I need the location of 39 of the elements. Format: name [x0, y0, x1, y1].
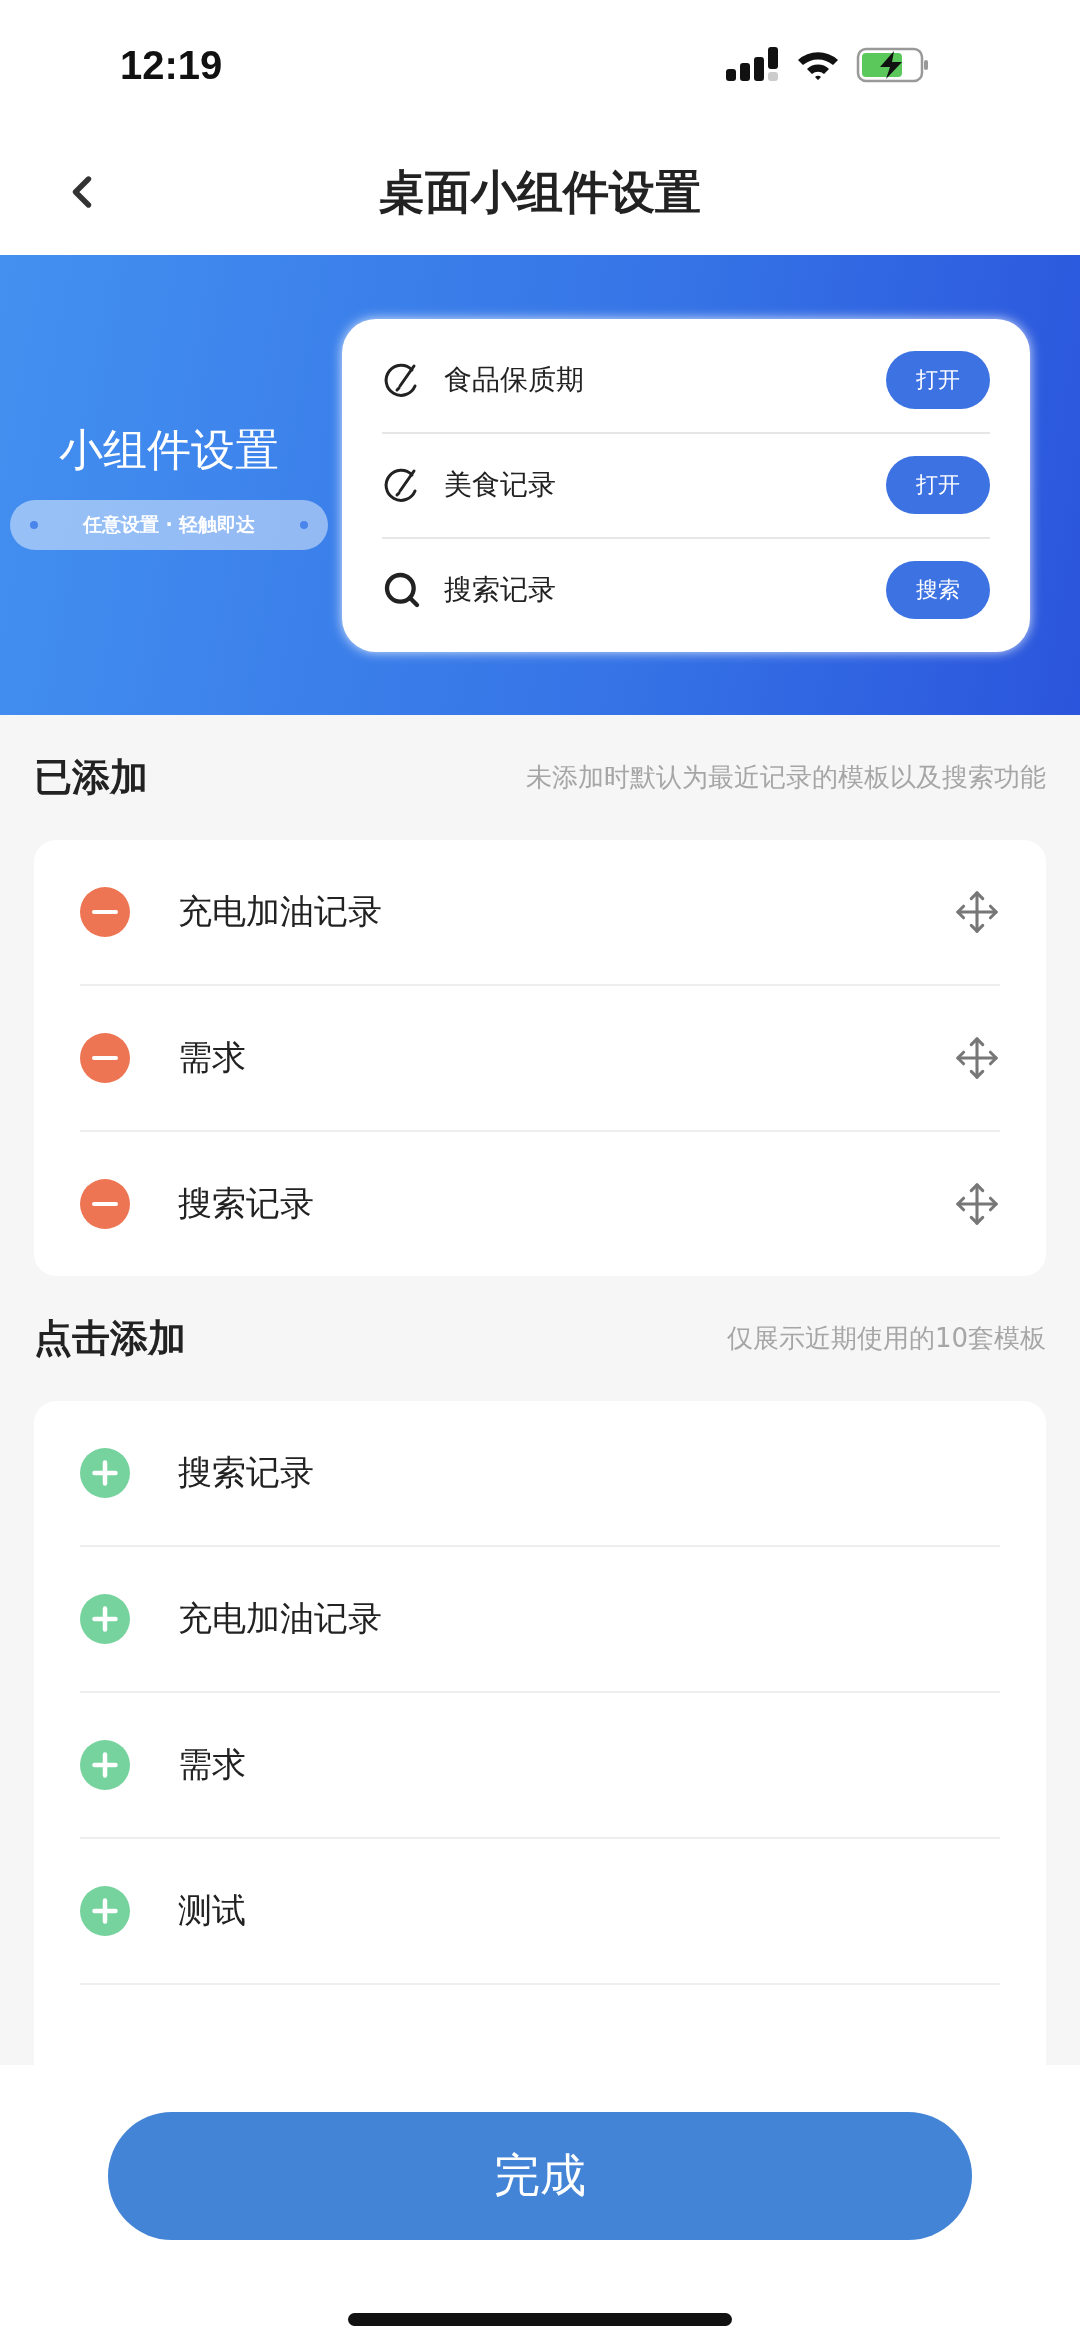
- item-label: 需求: [178, 1036, 247, 1079]
- widget-label: 搜索记录: [444, 572, 557, 608]
- status-time: 12:19: [120, 42, 223, 88]
- done-button[interactable]: 完成: [108, 2112, 972, 2240]
- banner-tagline: 任意设置 · 轻触即达: [10, 499, 328, 550]
- battery-charging-icon: [856, 47, 930, 83]
- section-hint: 未添加时默认为最近记录的模板以及搜索功能: [526, 761, 1046, 794]
- widget-button[interactable]: 打开: [886, 456, 990, 514]
- item-label: 充电加油记录: [178, 890, 383, 933]
- add-button[interactable]: [80, 1740, 130, 1790]
- minus-icon: [92, 1202, 118, 1206]
- widget-label: 食品保质期: [444, 362, 585, 398]
- add-button[interactable]: [80, 1886, 130, 1936]
- widget-button[interactable]: 打开: [886, 351, 990, 409]
- widget-button[interactable]: 搜索: [886, 561, 990, 619]
- item-label: 搜索记录: [178, 1182, 315, 1225]
- drag-handle-icon[interactable]: [954, 1035, 1000, 1081]
- minus-icon: [92, 910, 118, 914]
- signal-icon: [726, 47, 780, 83]
- drag-handle-icon[interactable]: [954, 889, 1000, 935]
- item-label: 测试: [178, 1889, 247, 1932]
- wifi-icon: [796, 49, 840, 81]
- add-button[interactable]: [80, 1594, 130, 1644]
- drag-handle-icon[interactable]: [954, 1181, 1000, 1227]
- item-label: 充电加油记录: [178, 1597, 383, 1640]
- section-title: 已添加: [34, 754, 148, 801]
- remove-button[interactable]: [80, 887, 130, 937]
- minus-icon: [92, 1056, 118, 1060]
- add-button[interactable]: [80, 1448, 130, 1498]
- search-icon: [382, 570, 422, 610]
- page-title: 桌面小组件设置: [379, 163, 701, 221]
- remove-button[interactable]: [80, 1033, 130, 1083]
- item-label: 需求: [178, 1743, 247, 1786]
- banner-title: 小组件设置: [59, 422, 279, 477]
- section-title: 点击添加: [34, 1315, 186, 1362]
- remove-button[interactable]: [80, 1179, 130, 1229]
- widget-label: 美食记录: [444, 467, 557, 503]
- item-label: 搜索记录: [178, 1451, 315, 1494]
- section-hint: 仅展示近期使用的10套模板: [726, 1322, 1046, 1355]
